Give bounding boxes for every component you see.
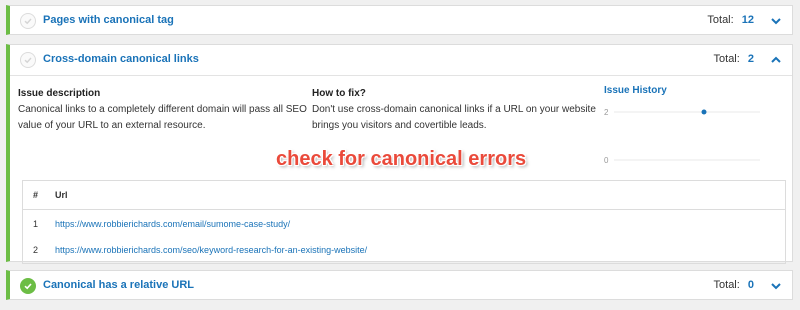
panel-header[interactable]: Cross-domain canonical links Total: 2 [10, 45, 792, 75]
total-count: Total: 0 [714, 279, 754, 291]
url-link[interactable]: https://www.robbierichards.com/email/sum… [55, 219, 290, 229]
issue-description-heading: Issue description [18, 88, 101, 99]
check-circle-icon [20, 52, 36, 68]
panel-title[interactable]: Canonical has a relative URL [43, 279, 194, 291]
how-to-fix-line: brings you visitors and covertible leads… [312, 120, 487, 131]
check-circle-icon [20, 278, 36, 294]
row-number: 1 [33, 219, 39, 229]
column-header-url: Url [55, 190, 68, 200]
total-value: 0 [747, 279, 754, 291]
panel-header[interactable]: Pages with canonical tag Total: 12 [10, 6, 792, 36]
how-to-fix-heading: How to fix? [312, 88, 366, 99]
total-count: Total: 12 [707, 14, 754, 26]
panel-title[interactable]: Cross-domain canonical links [43, 53, 199, 65]
chevron-down-icon[interactable] [770, 280, 782, 292]
url-link[interactable]: https://www.robbierichards.com/seo/keywo… [55, 245, 367, 255]
how-to-fix-line: Don't use cross-domain canonical links i… [312, 104, 596, 115]
total-label: Total: [713, 53, 740, 65]
total-label: Total: [713, 279, 740, 291]
issue-history-chart: 2 0 [604, 108, 760, 165]
panel-canonical-relative-url[interactable]: Canonical has a relative URL Total: 0 [6, 270, 793, 300]
url-table: # Url 1 https://www.robbierichards.com/e… [22, 180, 786, 264]
chevron-up-icon[interactable] [770, 54, 782, 66]
total-value: 2 [747, 53, 754, 65]
history-point [701, 109, 707, 115]
total-value: 12 [741, 14, 754, 26]
issue-description-line: Canonical links to a completely differen… [18, 104, 307, 115]
panel-body: Issue description Canonical links to a c… [10, 75, 792, 283]
row-number: 2 [33, 245, 39, 255]
total-count: Total: 2 [714, 53, 754, 65]
how-to-fix-text: Don't use cross-domain canonical links i… [312, 102, 596, 134]
chevron-down-icon[interactable] [770, 15, 782, 27]
panel-title[interactable]: Pages with canonical tag [43, 14, 174, 26]
issue-history-title[interactable]: Issue History [604, 85, 667, 96]
panel-pages-with-canonical-tag[interactable]: Pages with canonical tag Total: 12 [6, 5, 793, 35]
y-tick-label-bottom: 0 [604, 156, 609, 165]
y-tick-label-top: 2 [604, 108, 609, 117]
total-label: Total: [707, 14, 734, 26]
table-row: 2 https://www.robbierichards.com/seo/key… [23, 241, 785, 261]
column-header-number: # [33, 190, 39, 200]
check-circle-icon [20, 13, 36, 29]
table-header: # Url [23, 181, 785, 210]
panel-header[interactable]: Canonical has a relative URL Total: 0 [10, 271, 792, 301]
issue-description-text: Canonical links to a completely differen… [18, 102, 307, 134]
table-row: 1 https://www.robbierichards.com/email/s… [23, 215, 785, 235]
issue-description-line: value of your URL to an external resourc… [18, 120, 206, 131]
annotation-overlay-text: check for canonical errors [276, 148, 527, 170]
